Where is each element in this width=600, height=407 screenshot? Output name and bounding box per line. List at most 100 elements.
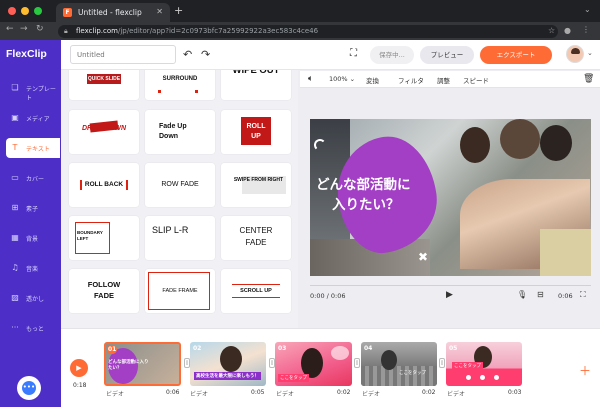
clip-caption: ここをタップ <box>278 374 309 382</box>
template-card-fade-up-down[interactable]: Fade Up Down <box>145 110 215 154</box>
sidebar-item-templates[interactable]: ❏ テンプレート <box>6 78 60 102</box>
transition-icon[interactable]: ▯ <box>439 358 445 368</box>
sidebar-item-label: テキスト <box>26 146 50 153</box>
browser-tab[interactable]: F Untitled - flexclip ✕ <box>56 3 170 22</box>
sidebar-item-cover[interactable]: ▭ カバー <box>6 168 60 188</box>
preview-button[interactable]: プレビュー <box>420 46 474 64</box>
adjust-button[interactable]: 調整 <box>437 75 450 85</box>
redo-icon[interactable]: ↷ <box>201 48 210 61</box>
template-card-wipe-out[interactable]: WIPE OUT <box>221 70 291 100</box>
close-tab-icon[interactable]: ✕ <box>156 7 163 16</box>
fullscreen-icon[interactable]: ⛶ <box>350 48 357 59</box>
tab-title: Untitled - flexclip <box>78 8 142 17</box>
timeline-clip-2[interactable]: 02 高校生活を最大限に楽しもう！ <box>190 342 266 386</box>
template-label: DROP DOWN <box>81 125 127 132</box>
timeline-clip-5[interactable]: 05 ここをタップ <box>446 342 522 386</box>
template-card-fade-frame[interactable]: FADE FRAME <box>145 269 215 313</box>
template-card-roll-back[interactable]: ROLL BACK <box>69 163 139 207</box>
clip-number: 05 <box>449 345 458 352</box>
window-minimize-button[interactable] <box>21 7 29 15</box>
facebook-icon <box>466 375 471 380</box>
template-card-slip-l-r[interactable]: SLIP L-R <box>145 216 215 260</box>
sidebar-item-label: メディア <box>26 116 50 123</box>
play-icon[interactable]: ▶ <box>446 290 453 300</box>
fullscreen-preview-icon[interactable]: ⛶ <box>580 290 586 300</box>
trash-icon[interactable]: 🗑︎ <box>583 74 594 84</box>
video-stage[interactable]: どんな部活動に 入りたい？ ✖ <box>310 119 591 276</box>
zoom-value: 100% <box>329 75 348 83</box>
sidebar-item-elements[interactable]: ⊞ 素子 <box>6 198 60 218</box>
template-card-scroll-up[interactable]: SCROLL UP <box>221 269 291 313</box>
volume-icon[interactable]: 🔈︎ <box>308 74 313 84</box>
clip-type-label: ビデオ <box>106 391 125 398</box>
chat-support-button[interactable]: ••• <box>17 376 41 400</box>
sidebar-item-music[interactable]: ♫ 音楽 <box>6 258 60 278</box>
template-label: ROW FADE <box>161 181 199 188</box>
template-card-drop-down[interactable]: DROP DOWN <box>69 110 139 154</box>
timeline-clip-4[interactable]: 04 ここをタップ <box>361 342 437 386</box>
add-clip-icon[interactable]: ＋ <box>579 362 591 379</box>
aspect-ratio-icon[interactable]: ⊟ <box>537 290 544 299</box>
sidebar-item-watermark[interactable]: ▨ 透かし <box>6 288 60 308</box>
timeline-play-button[interactable]: ▶ <box>70 359 88 377</box>
template-card-row-fade[interactable]: ROW FADE <box>145 163 215 207</box>
clip-number: 03 <box>278 345 287 352</box>
layers-icon: ❏ <box>11 83 19 92</box>
template-card-center-fade[interactable]: CENTER FADE <box>221 216 291 260</box>
template-card-quick-slide[interactable]: QUICK SLIDE <box>69 70 139 100</box>
timeline-current-time: 0:18 <box>73 382 87 389</box>
progress-track[interactable] <box>310 285 591 286</box>
reload-icon[interactable]: ↻ <box>36 24 44 34</box>
close-x-icon: ✖ <box>418 250 429 264</box>
export-button[interactable]: エクスポート <box>480 46 552 64</box>
template-card-boundary-left[interactable]: BOUNDARY LEFT <box>69 216 139 260</box>
tab-search-icon[interactable]: ⌄ <box>584 5 591 14</box>
clip-caption: ここをタップ <box>399 371 426 376</box>
template-card-roll-up[interactable]: ROLL UP <box>221 110 291 154</box>
playback-duration: 0:06 <box>558 292 573 300</box>
undo-icon[interactable]: ↶ <box>183 48 192 61</box>
zoom-select[interactable]: 100% ⌄ <box>329 75 355 83</box>
window-maximize-button[interactable] <box>34 7 42 15</box>
sidebar-item-label: 音楽 <box>26 266 39 273</box>
playback-time: 0:00 / 0:06 <box>310 292 346 300</box>
back-icon[interactable]: ← <box>6 24 14 34</box>
sidebar-item-text[interactable]: T テキスト <box>6 138 60 158</box>
forward-icon[interactable]: → <box>20 24 28 34</box>
lock-icon: 🔒︎ <box>64 27 68 35</box>
sidebar-item-more[interactable]: ··· もっと <box>6 318 60 338</box>
clip-duration: 0:05 <box>251 389 265 396</box>
sidebar-item-media[interactable]: ▣ メディア <box>6 108 60 128</box>
template-card-follow-fade[interactable]: FOLLOW FADE <box>69 269 139 313</box>
saving-status: 保存中... <box>370 46 414 64</box>
microphone-icon[interactable]: 🎙︎ <box>517 290 527 299</box>
transform-button[interactable]: 変換 <box>366 75 379 85</box>
template-card-surround[interactable]: SURROUND <box>145 70 215 100</box>
window-close-button[interactable] <box>8 7 16 15</box>
project-title-input[interactable] <box>70 45 176 64</box>
sidebar-item-background[interactable]: ▦ 背景 <box>6 228 60 248</box>
timeline-clip-3[interactable]: 03 ここをタップ <box>275 342 352 386</box>
url-field[interactable]: 🔒︎ flexclip.com/jp/editor/app?id=2c0973b… <box>58 25 558 38</box>
speed-button[interactable]: スピード <box>463 75 489 85</box>
media-icon: ▣ <box>11 113 19 122</box>
chevron-down-icon[interactable]: ⌄ <box>587 49 593 57</box>
timeline-clip-1[interactable]: 01 どんな部活動に入りたい？ <box>104 342 181 386</box>
bookmark-star-icon[interactable]: ☆ <box>548 26 555 35</box>
twitter-icon <box>480 375 485 380</box>
new-tab-icon[interactable]: + <box>174 4 183 17</box>
browser-menu-icon[interactable]: ⋮ <box>582 25 590 34</box>
template-card-swipe-from-right[interactable]: SWIPE FROM RIGHT <box>221 163 291 207</box>
clip-duration: 0:06 <box>166 389 180 396</box>
more-icon: ··· <box>11 323 19 332</box>
user-avatar[interactable] <box>566 45 584 63</box>
elements-icon: ⊞ <box>11 203 19 212</box>
profile-icon[interactable]: ● <box>564 26 571 35</box>
filter-button[interactable]: フィルタ <box>398 75 424 85</box>
template-label: SLIP L-R <box>152 225 189 235</box>
caption-line-2: 入りたい？ <box>332 197 400 213</box>
stage-caption[interactable]: どんな部活動に 入りたい？ <box>316 175 591 215</box>
sidebar-item-label: 背景 <box>26 236 39 243</box>
template-label: SCROLL UP <box>240 288 272 294</box>
transition-icon[interactable]: ▯ <box>354 358 360 368</box>
